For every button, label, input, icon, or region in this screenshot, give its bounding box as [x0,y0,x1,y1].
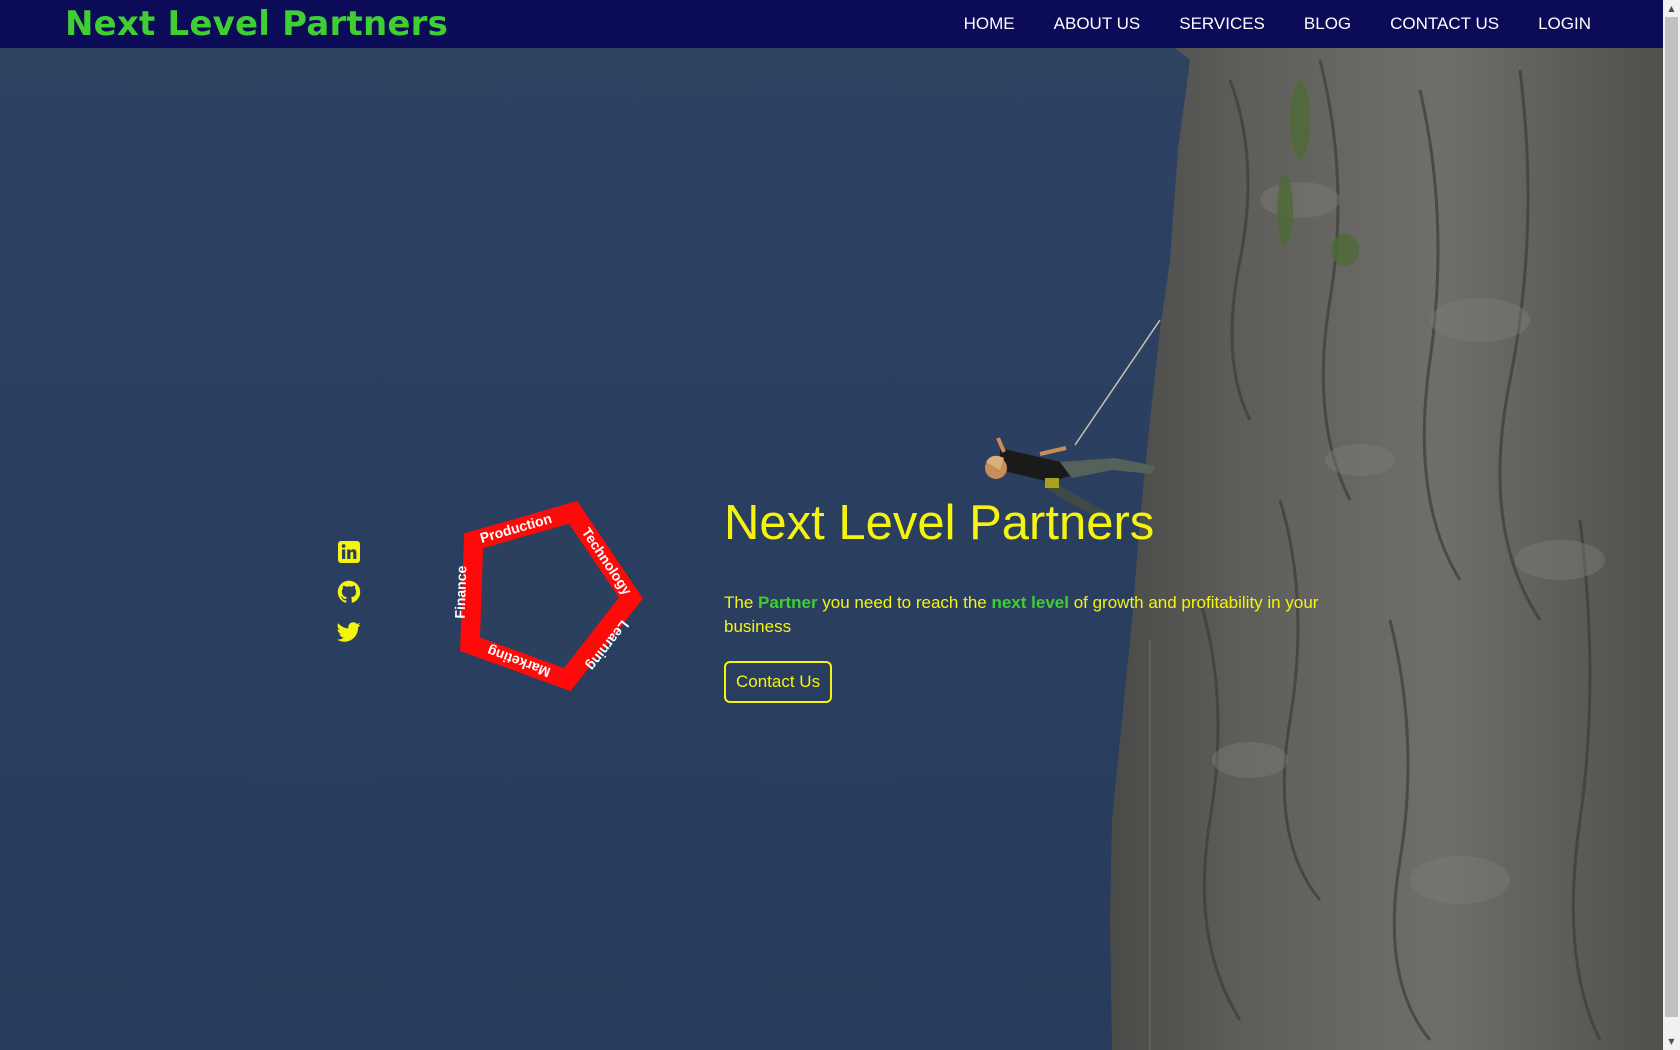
social-links [337,540,361,660]
nav-blog[interactable]: BLOG [1304,14,1351,34]
services-pentagon: Technology Learning Marketing Finance Pr… [452,501,643,692]
nav-login[interactable]: LOGIN [1538,14,1591,34]
scroll-down-arrow-icon[interactable]: ▼ [1663,1033,1680,1050]
hero-title: Next Level Partners [724,496,1155,550]
scroll-thumb[interactable] [1665,17,1678,1017]
contact-us-button[interactable]: Contact Us [724,661,833,703]
github-link[interactable] [337,580,361,604]
nav-about-us[interactable]: ABOUT US [1054,14,1141,34]
scroll-up-arrow-icon[interactable]: ▲ [1663,0,1680,17]
pentagon-label-finance: Finance [452,565,470,619]
linkedin-icon [338,541,360,563]
twitter-link[interactable] [337,620,361,644]
tagline-part-2: you need to reach the [817,593,992,612]
nav-links: HOME ABOUT US SERVICES BLOG CONTACT US L… [925,0,1591,48]
navbar: Next Level Partners HOME ABOUT US SERVIC… [0,0,1663,48]
github-icon [337,580,361,603]
brand-logo-link[interactable]: Next Level Partners [65,2,448,46]
nav-services[interactable]: SERVICES [1179,14,1265,34]
page-scrollbar[interactable]: ▲ ▼ [1663,0,1680,1050]
hero-tagline: The Partner you need to reach the next l… [724,591,1334,639]
tagline-part-1: The [724,593,759,612]
nav-contact-us[interactable]: CONTACT US [1390,14,1499,34]
hero-content: Next Level Partners The Partner you need… [724,493,1344,703]
tagline-highlight-partner: Partner [758,593,818,612]
linkedin-link[interactable] [337,540,361,564]
page: Next Level Partners HOME ABOUT US SERVIC… [0,0,1680,1050]
nav-home[interactable]: HOME [964,14,1015,34]
twitter-icon [337,622,361,642]
tagline-highlight-next-level: next level [991,593,1069,612]
